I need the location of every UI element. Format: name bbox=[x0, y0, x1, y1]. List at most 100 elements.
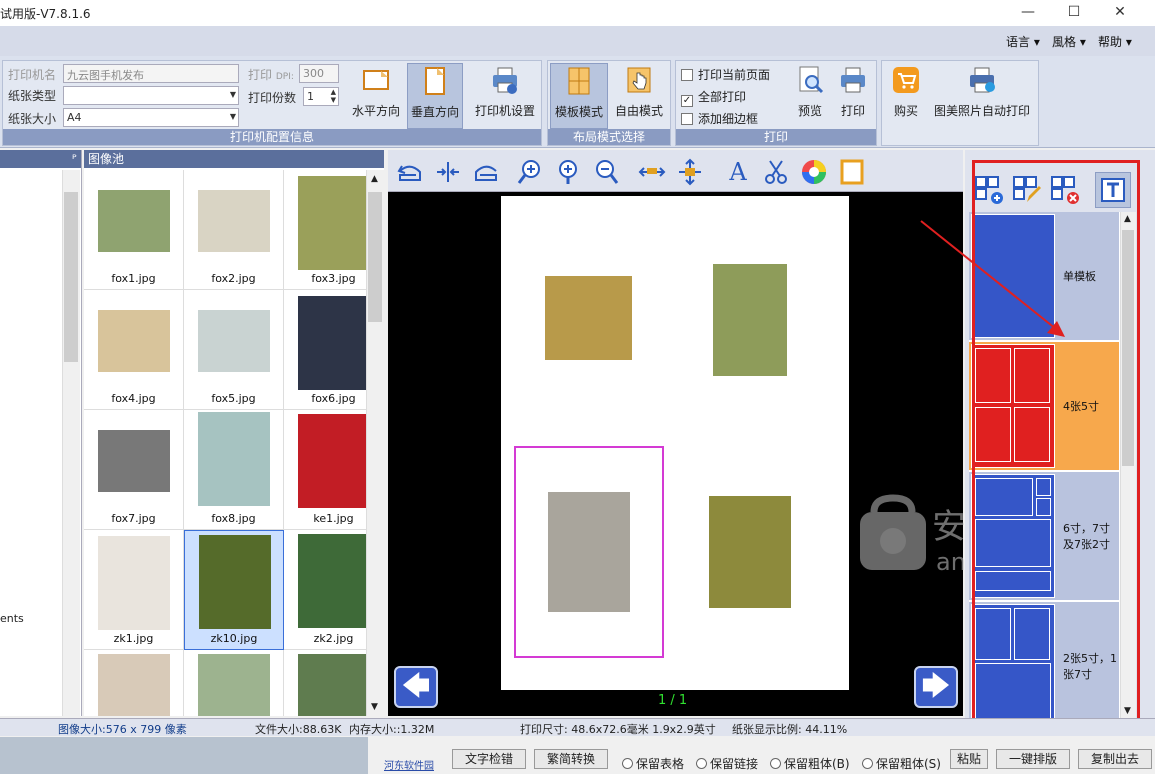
preview-magnifier-icon bbox=[799, 66, 824, 94]
stepper-arrows-icon: ▲ ▼ bbox=[330, 88, 336, 104]
print-current-page-checkbox[interactable]: 打印当前页面 bbox=[681, 66, 770, 83]
dpi-field[interactable]: 300 bbox=[299, 64, 339, 83]
placed-photo[interactable] bbox=[548, 492, 630, 612]
minimize-button[interactable]: — bbox=[1005, 0, 1051, 26]
thumbnail-item[interactable]: zk2.jpg bbox=[284, 530, 366, 650]
paste-button[interactable]: 粘贴 bbox=[950, 749, 988, 769]
prev-page-button[interactable]: 🡄 bbox=[394, 666, 438, 708]
thumbnail-item[interactable] bbox=[84, 650, 184, 716]
thumbnail-item[interactable]: zk10.jpg bbox=[184, 530, 284, 650]
menu-help[interactable]: 帮助 ▾ bbox=[1098, 33, 1132, 50]
memory-status: 内存大小::1.32M bbox=[349, 723, 435, 736]
selected-cell-frame[interactable] bbox=[514, 446, 664, 658]
thumbnail-caption: ke1.jpg bbox=[313, 512, 354, 525]
menu-style[interactable]: 風格 ▾ bbox=[1052, 33, 1086, 50]
thumbnail-caption: zk2.jpg bbox=[313, 632, 354, 645]
keep-bold-s-radio[interactable]: 保留粗体(S) bbox=[862, 755, 941, 772]
thumbnail-caption: fox6.jpg bbox=[311, 392, 356, 405]
one-key-layout-button[interactable]: 一键排版 bbox=[996, 749, 1070, 769]
template-mode-button[interactable]: 模板模式 bbox=[550, 63, 608, 129]
thumbnail-image bbox=[198, 190, 270, 252]
copy-out-button[interactable]: 复制出去 bbox=[1078, 749, 1152, 769]
keep-bold-b-radio[interactable]: 保留粗体(B) bbox=[770, 755, 850, 772]
placed-photo[interactable] bbox=[713, 264, 787, 376]
paper-type-select[interactable]: ▼ bbox=[63, 86, 239, 105]
editor-canvas[interactable]: A 安下载 anxz.com 1 / 1 🡄 🡆 bbox=[388, 150, 1052, 716]
bottom-bar: 河东软件园 文字检错 繁简转换 保留表格 保留链接 保留粗体(B) 保留粗体(S… bbox=[0, 737, 1155, 774]
buy-group: 购买 图美照片自动打印 bbox=[881, 60, 1039, 146]
copies-label: 打印份数 bbox=[248, 91, 297, 105]
image-pool-header: 图像池 ᴾ bbox=[72, 150, 384, 168]
thumbnail-item[interactable]: fox7.jpg bbox=[84, 410, 184, 530]
maximize-button[interactable]: ☐ bbox=[1051, 0, 1097, 26]
pool-scrollbar[interactable]: ▲ ▼ bbox=[366, 170, 384, 716]
left-scrollbar[interactable] bbox=[62, 170, 80, 716]
site-link[interactable]: 河东软件园 bbox=[384, 757, 434, 772]
thumbnail-item[interactable]: fox1.jpg bbox=[84, 170, 184, 290]
zoom-in-icon[interactable] bbox=[516, 158, 544, 186]
placed-photo[interactable] bbox=[709, 496, 791, 608]
vertical-orientation-button[interactable]: 垂直方向 bbox=[407, 63, 463, 129]
free-mode-button[interactable]: 自由模式 bbox=[610, 65, 668, 127]
stretch-vertical-icon[interactable] bbox=[676, 158, 704, 186]
convert-button[interactable]: 繁简转换 bbox=[534, 749, 608, 769]
keep-link-radio[interactable]: 保留链接 bbox=[696, 755, 758, 772]
undo-icon[interactable] bbox=[396, 158, 424, 186]
scroll-up-icon[interactable]: ▲ bbox=[371, 174, 378, 184]
copies-stepper[interactable]: 1 ▲ ▼ bbox=[303, 87, 339, 106]
thumbnail-item[interactable] bbox=[184, 650, 284, 716]
placed-photo[interactable] bbox=[545, 276, 632, 360]
auto-print-button[interactable]: 图美照片自动打印 bbox=[928, 65, 1036, 127]
file-size-status: 文件大小:88.63K bbox=[255, 723, 342, 736]
next-page-button[interactable]: 🡆 bbox=[914, 666, 958, 708]
scroll-thumb[interactable] bbox=[368, 192, 382, 322]
thumbnail-caption: fox7.jpg bbox=[111, 512, 156, 525]
thumbnail-item[interactable]: ke1.jpg bbox=[284, 410, 366, 530]
buy-button[interactable]: 购买 bbox=[886, 65, 926, 127]
layout-mode-group: 模板模式 自由模式 布局模式选择 bbox=[547, 60, 671, 146]
thumbnail-image bbox=[98, 190, 170, 252]
zoom-fit-icon[interactable] bbox=[554, 158, 582, 186]
print-page[interactable] bbox=[501, 196, 849, 690]
redo-icon[interactable] bbox=[472, 158, 500, 186]
scroll-down-icon[interactable]: ▼ bbox=[371, 702, 378, 712]
scissors-icon[interactable] bbox=[762, 158, 790, 186]
pin-icon[interactable]: ᴾ bbox=[72, 150, 77, 168]
print-button[interactable]: 打印 bbox=[833, 65, 873, 127]
text-icon[interactable]: A bbox=[724, 158, 752, 186]
thumbnail-item[interactable]: fox3.jpg bbox=[284, 170, 366, 290]
paper-size-select[interactable]: A4 ▼ bbox=[63, 108, 239, 127]
thumbnail-item[interactable]: fox4.jpg bbox=[84, 290, 184, 410]
color-wheel-icon[interactable] bbox=[800, 158, 828, 186]
add-thin-border-checkbox[interactable]: 添加细边框 bbox=[681, 110, 758, 127]
print-all-checkbox[interactable]: ✓ 全部打印 bbox=[681, 88, 746, 107]
stretch-horizontal-icon[interactable] bbox=[638, 158, 666, 186]
thumbnail-item[interactable]: fox8.jpg bbox=[184, 410, 284, 530]
left-panel: ents bbox=[0, 150, 82, 716]
thumbnail-item[interactable]: zk1.jpg bbox=[84, 530, 184, 650]
left-partial-text: ents bbox=[0, 612, 24, 625]
close-button[interactable]: ✕ bbox=[1097, 0, 1143, 26]
zoom-out-icon[interactable] bbox=[592, 158, 620, 186]
group-label-printer-config: 打印机配置信息 bbox=[3, 129, 541, 145]
spell-check-button[interactable]: 文字检错 bbox=[452, 749, 526, 769]
keep-table-radio[interactable]: 保留表格 bbox=[622, 755, 684, 772]
mirror-icon[interactable] bbox=[434, 158, 462, 186]
paper-type-label: 纸张类型 bbox=[8, 89, 57, 103]
vertical-label: 垂直方向 bbox=[410, 105, 459, 119]
thumbnail-item[interactable]: fox6.jpg bbox=[284, 290, 366, 410]
thumbnail-item[interactable] bbox=[284, 650, 366, 716]
horizontal-orientation-button[interactable]: 水平方向 bbox=[348, 65, 404, 127]
template-grid-icon bbox=[568, 67, 590, 95]
printer-settings-button[interactable]: 打印机设置 bbox=[471, 65, 539, 127]
thumbnail-image bbox=[298, 534, 366, 628]
thumbnail-item[interactable]: fox5.jpg bbox=[184, 290, 284, 410]
frame-icon[interactable] bbox=[838, 158, 866, 186]
menu-language[interactable]: 语言 ▾ bbox=[1006, 33, 1040, 50]
preview-button[interactable]: 预览 bbox=[788, 65, 832, 127]
thumbnail-caption: fox2.jpg bbox=[211, 272, 256, 285]
thumbnail-caption: zk1.jpg bbox=[113, 632, 154, 645]
scroll-thumb[interactable] bbox=[64, 192, 78, 362]
printer-name-field[interactable]: 九云图手机发布 bbox=[63, 64, 239, 83]
thumbnail-item[interactable]: fox2.jpg bbox=[184, 170, 284, 290]
